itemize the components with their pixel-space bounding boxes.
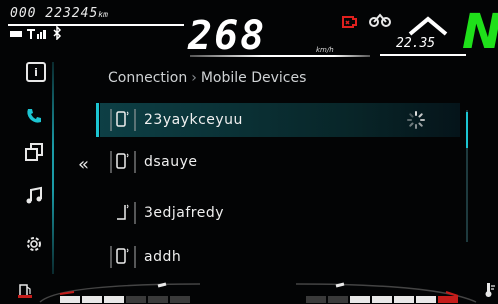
device-label: 23yaykceyuu	[144, 112, 243, 128]
breadcrumb-current: Mobile Devices	[200, 70, 307, 86]
nav-rail	[52, 62, 54, 274]
breadcrumb: Connection › Mobile Devices	[108, 70, 306, 86]
speed-underline	[190, 55, 370, 57]
battery-icon	[10, 31, 22, 37]
phone-device-icon	[108, 149, 138, 175]
traction-control-icon	[368, 12, 392, 32]
speed-readout: 268	[188, 13, 267, 59]
device-label: 3edjafredy	[144, 205, 225, 221]
status-divider-right	[380, 54, 466, 56]
music-note-icon[interactable]	[22, 184, 46, 208]
phone-device-icon	[108, 107, 138, 133]
phone-icon[interactable]	[22, 104, 46, 128]
clock: 22.35	[396, 36, 436, 51]
odometer-value: 000 223245	[10, 6, 99, 21]
speed-unit: km/h	[316, 46, 334, 54]
device-label: addh	[144, 249, 182, 265]
gear-settings-icon[interactable]	[22, 232, 46, 256]
back-button[interactable]: «	[78, 154, 89, 175]
loading-spinner-icon	[406, 110, 426, 130]
bluetooth-icon	[52, 25, 62, 44]
odometer: 000 223245km	[10, 6, 108, 21]
coolant-temperature-icon	[482, 282, 496, 302]
phone-device-icon	[108, 200, 138, 226]
gear-indicator: N	[462, 6, 498, 58]
scrollbar-thumb[interactable]	[466, 112, 468, 148]
device-row[interactable]: addh	[100, 240, 460, 274]
device-label: dsauye	[144, 154, 198, 170]
temperature-gauge	[296, 282, 477, 303]
dashboard-screen: 000 223245km 268 km/h 22.35 N i Connecti…	[0, 0, 498, 304]
phone-device-icon	[108, 244, 138, 270]
status-divider-left	[8, 24, 184, 26]
engine-warning-icon	[340, 12, 358, 32]
fuel-gauge	[39, 282, 201, 303]
info-icon[interactable]: i	[26, 62, 46, 82]
device-row[interactable]: dsauye	[100, 145, 460, 179]
device-row[interactable]: 23yaykceyuu	[96, 103, 460, 137]
breadcrumb-separator: ›	[191, 70, 197, 86]
breadcrumb-parent[interactable]: Connection	[108, 70, 187, 86]
odometer-unit: km	[98, 10, 108, 19]
overlap-squares-icon[interactable]	[22, 140, 46, 164]
fuel-pump-icon	[18, 282, 32, 302]
device-row[interactable]: 3edjafredy	[100, 196, 460, 230]
signal-bars-icon	[27, 29, 47, 42]
